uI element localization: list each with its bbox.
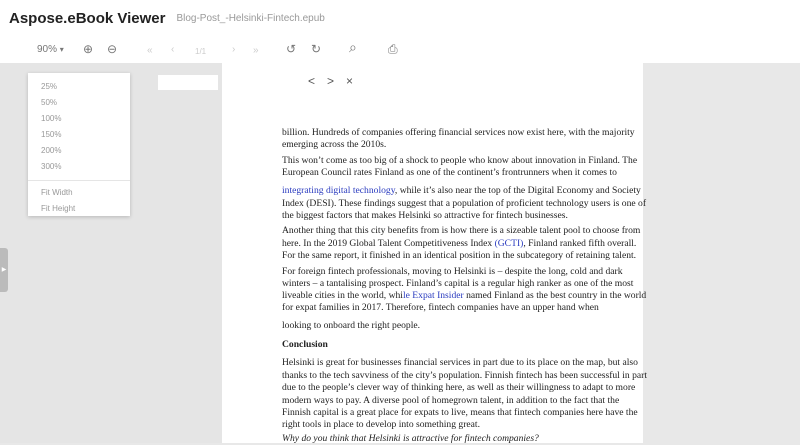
inline-link[interactable]: (GCTI) [495,238,524,249]
text-line: thanks to the tech savviness of the city… [282,370,647,382]
text-segment: right tools in place to develop into som… [282,419,480,430]
text-segment: Conclusion [282,339,328,350]
text-line: For the same report, it finished in an i… [282,250,636,262]
prev-result-icon[interactable]: < [308,74,327,88]
text-line: winters – a tantalising prospect. Finlan… [282,278,633,290]
close-icon[interactable]: × [346,74,365,88]
zoom-out-icon[interactable]: ⊖ [107,42,117,56]
search-bar[interactable] [158,75,218,90]
text-segment: thanks to the tech savviness of the city… [282,370,648,381]
text-line: Helsinki is great for businesses financi… [282,357,638,369]
text-line: Conclusion [282,339,328,351]
zoom-dropdown-menu: 25% 50% 100% 150% 200% 300% Fit Width Fi… [28,73,130,216]
text-segment: Helsinki is great for businesses financi… [282,357,638,368]
text-segment: modern ways to pay. A diverse pool of ho… [282,395,620,406]
text-segment: Why do you think that Helsinki is attrac… [282,433,539,444]
text-line: emerging across the 2010s. [282,139,386,151]
text-line: Why do you think that Helsinki is attrac… [282,433,539,445]
text-segment: Another thing that this city benefits fr… [282,225,641,236]
rotate-right-icon[interactable]: ↻ [311,42,321,56]
menu-divider [28,180,130,181]
text-line: here. In the 2019 Global Talent Competit… [282,238,636,250]
text-segment: This won’t come as too big of a shock to… [282,155,638,166]
toolbar: 90% ▾ ⊕ ⊖ « ‹ 1/1 › » ↺ ↻ ⌕ ⎙ [0,36,800,63]
text-segment: due to the people’s clever way of thinki… [282,382,636,393]
search-icon[interactable]: ⌕ [349,40,357,54]
sidebar-toggle-handle[interactable]: ▶ [0,248,8,292]
text-line: integrating digital technology, while it… [282,185,641,197]
text-segment: named Finland as the best country in the… [463,290,647,301]
text-line: Another thing that this city benefits fr… [282,225,640,237]
app-title: Aspose.eBook Viewer [9,9,166,27]
next-page-icon[interactable]: › [232,43,235,57]
text-line: the biggest factors that makes Helsinki … [282,210,568,222]
text-segment: billion. Hundreds of companies offering … [282,127,635,138]
text-line: European Council rates Finland as one of… [282,167,617,179]
zoom-option-100[interactable]: 100% [28,111,130,127]
text-line: Finnish capital is a great place for exp… [282,407,638,419]
last-page-icon[interactable]: » [253,44,259,58]
text-segment: winters – a tantalising prospect. Finlan… [282,278,634,289]
first-page-icon[interactable]: « [147,44,153,58]
text-line: Index (DESI). These findings suggest tha… [282,198,646,210]
zoom-option-50[interactable]: 50% [28,95,130,111]
text-line: for expat families in 2017. Therefore, f… [282,302,599,314]
zoom-option-25[interactable]: 25% [28,79,130,95]
zoom-option-fit-height[interactable]: Fit Height [28,201,130,217]
text-segment: liveable cities in the world, whi [282,290,403,301]
page-indicator[interactable]: 1/1 [195,45,206,59]
text-line: This won’t come as too big of a shock to… [282,155,637,167]
search-nav-overlay: <>× [308,74,365,88]
text-line: due to the people’s clever way of thinki… [282,382,635,394]
text-segment: Index (DESI). These findings suggest tha… [282,198,647,209]
zoom-value: 90% [37,44,58,55]
text-segment: For the same report, it finished in an i… [282,250,637,261]
text-segment: For foreign fintech professionals, movin… [282,266,623,277]
text-segment: looking to onboard the right people. [282,320,421,331]
app-header: Aspose.eBook Viewer Blog-Post_-Helsinki-… [0,0,800,36]
zoom-option-fit-width[interactable]: Fit Width [28,185,130,201]
text-line: liveable cities in the world, while Expa… [282,290,646,302]
text-segment: , while it’s also near the top of the Di… [394,185,641,196]
text-line: For foreign fintech professionals, movin… [282,266,623,278]
document-page: billion. Hundreds of companies offering … [222,63,647,445]
text-segment: Finnish capital is a great place for exp… [282,407,638,418]
inline-link[interactable]: le Expat Insider [403,290,464,301]
text-line: right tools in place to develop into som… [282,419,480,431]
text-line: looking to onboard the right people. [282,320,420,332]
text-segment: emerging across the 2010s. [282,139,387,150]
zoom-option-200[interactable]: 200% [28,143,130,159]
zoom-select[interactable]: 90% ▾ [37,43,64,57]
zoom-option-150[interactable]: 150% [28,127,130,143]
rotate-left-icon[interactable]: ↺ [286,42,296,56]
text-line: modern ways to pay. A diverse pool of ho… [282,395,619,407]
text-segment: European Council rates Finland as one of… [282,167,617,178]
next-result-icon[interactable]: > [327,74,346,88]
text-line: billion. Hundreds of companies offering … [282,127,635,139]
chevron-down-icon: ▾ [59,45,64,54]
zoom-option-300[interactable]: 300% [28,159,130,175]
text-segment: , Finland ranked fifth overall. [523,238,637,249]
inline-link[interactable]: integrating digital technology [282,185,395,196]
file-name: Blog-Post_-Helsinki-Fintech.epub [176,12,325,24]
text-segment: the biggest factors that makes Helsinki … [282,210,568,221]
prev-page-icon[interactable]: ‹ [171,43,174,57]
zoom-in-icon[interactable]: ⊕ [83,42,93,56]
text-segment: for expat families in 2017. Therefore, f… [282,302,599,313]
print-icon[interactable]: ⎙ [388,42,398,56]
text-segment: here. In the 2019 Global Talent Competit… [282,238,495,249]
